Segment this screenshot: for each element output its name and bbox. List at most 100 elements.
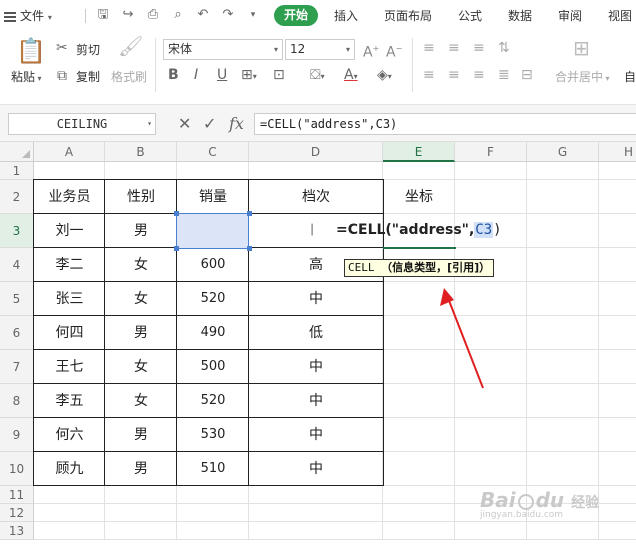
- cell-g7[interactable]: [527, 350, 599, 384]
- tab-review[interactable]: 审阅: [558, 0, 582, 32]
- italic-icon[interactable]: I: [194, 67, 198, 83]
- row-header-3[interactable]: 3: [0, 214, 34, 248]
- tab-home[interactable]: 开始: [274, 5, 318, 26]
- cell-c12[interactable]: [177, 504, 249, 522]
- cell-c1[interactable]: [177, 162, 249, 180]
- format-painter-button[interactable]: 格式刷: [111, 68, 147, 85]
- align-top-icon[interactable]: ≡: [423, 40, 435, 56]
- cell-c11[interactable]: [177, 486, 249, 504]
- cell-b1[interactable]: [105, 162, 177, 180]
- cell-a13[interactable]: [34, 522, 105, 540]
- cell-c13[interactable]: [177, 522, 249, 540]
- cell-g5[interactable]: [527, 282, 599, 316]
- name-box[interactable]: CEILING ▾: [8, 113, 156, 135]
- cell-h7[interactable]: [599, 350, 636, 384]
- row-header-4[interactable]: 4: [0, 248, 34, 282]
- clear-format-icon[interactable]: ◈▾: [377, 67, 392, 85]
- formula-input[interactable]: =CELL("address",C3): [254, 113, 636, 135]
- increase-font-icon[interactable]: A+: [363, 41, 379, 61]
- cell-g9[interactable]: [527, 418, 599, 452]
- row-header-12[interactable]: 12: [0, 504, 34, 522]
- cell-f10[interactable]: [455, 452, 527, 486]
- column-header-b[interactable]: B: [105, 142, 177, 162]
- cell-h9[interactable]: [599, 418, 636, 452]
- borders-icon[interactable]: ⊞▾: [241, 67, 257, 85]
- bold-icon[interactable]: B: [168, 67, 179, 83]
- distribute-icon[interactable]: ⊟: [521, 67, 533, 83]
- row-header-10[interactable]: 10: [0, 452, 34, 486]
- align-left-icon[interactable]: ≡: [423, 67, 435, 83]
- cell-g3[interactable]: [527, 214, 599, 248]
- tab-page-layout[interactable]: 页面布局: [384, 0, 432, 32]
- cell-d13[interactable]: [249, 522, 383, 540]
- row-header-13[interactable]: 13: [0, 522, 34, 540]
- cell-h5[interactable]: [599, 282, 636, 316]
- cell-h13[interactable]: [599, 522, 636, 540]
- decrease-font-icon[interactable]: A−: [386, 41, 402, 61]
- tab-insert[interactable]: 插入: [334, 0, 358, 32]
- cell-a1[interactable]: [34, 162, 105, 180]
- print-preview-icon[interactable]: ⌕: [171, 8, 185, 22]
- align-center-icon[interactable]: ≡: [448, 67, 460, 83]
- undo-icon[interactable]: ↶: [196, 8, 210, 22]
- cell-b12[interactable]: [105, 504, 177, 522]
- cell-e9[interactable]: [383, 418, 455, 452]
- cell-g10[interactable]: [527, 452, 599, 486]
- cell-b11[interactable]: [105, 486, 177, 504]
- cell-g4[interactable]: [527, 248, 599, 282]
- resize-handle[interactable]: [247, 246, 252, 251]
- cell-g8[interactable]: [527, 384, 599, 418]
- tab-data[interactable]: 数据: [508, 0, 532, 32]
- cell-e13[interactable]: [383, 522, 455, 540]
- print-icon[interactable]: ⎙: [146, 8, 160, 22]
- select-all-corner[interactable]: [0, 142, 34, 162]
- resize-handle[interactable]: [174, 211, 179, 216]
- cut-button[interactable]: 剪切: [76, 41, 100, 58]
- cell-d12[interactable]: [249, 504, 383, 522]
- merge-icon[interactable]: ⊡: [273, 67, 285, 83]
- cell-e10[interactable]: [383, 452, 455, 486]
- cell-e11[interactable]: [383, 486, 455, 504]
- paste-icon[interactable]: 📋: [16, 38, 46, 64]
- confirm-icon[interactable]: ✓: [203, 115, 216, 133]
- copy-button[interactable]: 复制: [76, 68, 100, 85]
- resize-handle[interactable]: [247, 211, 252, 216]
- redo-icon[interactable]: ↷: [221, 8, 235, 22]
- row-header-7[interactable]: 7: [0, 350, 34, 384]
- cell-h12[interactable]: [599, 504, 636, 522]
- cell-e12[interactable]: [383, 504, 455, 522]
- column-header-g[interactable]: G: [527, 142, 599, 162]
- cell-f2[interactable]: [455, 180, 527, 214]
- cell-f1[interactable]: [455, 162, 527, 180]
- row-header-9[interactable]: 9: [0, 418, 34, 452]
- auto-wrap-button[interactable]: 自: [624, 68, 636, 85]
- quick-access-dropdown-icon[interactable]: ▾: [246, 8, 260, 22]
- column-header-d[interactable]: D: [249, 142, 383, 162]
- cell-d1[interactable]: [249, 162, 383, 180]
- cell-e1[interactable]: [383, 162, 455, 180]
- insert-function-icon[interactable]: fx: [229, 115, 244, 133]
- orientation-icon[interactable]: ⇅: [498, 40, 510, 56]
- cell-h2[interactable]: [599, 180, 636, 214]
- justify-icon[interactable]: ≣: [498, 67, 510, 83]
- save-icon[interactable]: 🖫: [96, 8, 110, 22]
- export-icon[interactable]: ↪: [121, 8, 135, 22]
- align-bottom-icon[interactable]: ≡: [473, 40, 485, 56]
- column-header-a[interactable]: A: [34, 142, 105, 162]
- cell-g13[interactable]: [527, 522, 599, 540]
- font-name-select[interactable]: 宋体 ▾: [163, 39, 283, 60]
- font-size-select[interactable]: 12 ▾: [285, 39, 355, 60]
- row-header-1[interactable]: 1: [0, 162, 34, 180]
- tab-formulas[interactable]: 公式: [458, 0, 482, 32]
- fill-color-icon[interactable]: ⛋▾: [310, 67, 325, 85]
- row-header-2[interactable]: 2: [0, 180, 34, 214]
- cell-g2[interactable]: [527, 180, 599, 214]
- tab-view[interactable]: 视图: [608, 0, 632, 32]
- resize-handle[interactable]: [174, 246, 179, 251]
- underline-icon[interactable]: U: [217, 67, 227, 83]
- column-header-c[interactable]: C: [177, 142, 249, 162]
- cell-h3[interactable]: [599, 214, 636, 248]
- file-menu[interactable]: 文件 ▾: [4, 6, 52, 26]
- cell-h10[interactable]: [599, 452, 636, 486]
- cell-f13[interactable]: [455, 522, 527, 540]
